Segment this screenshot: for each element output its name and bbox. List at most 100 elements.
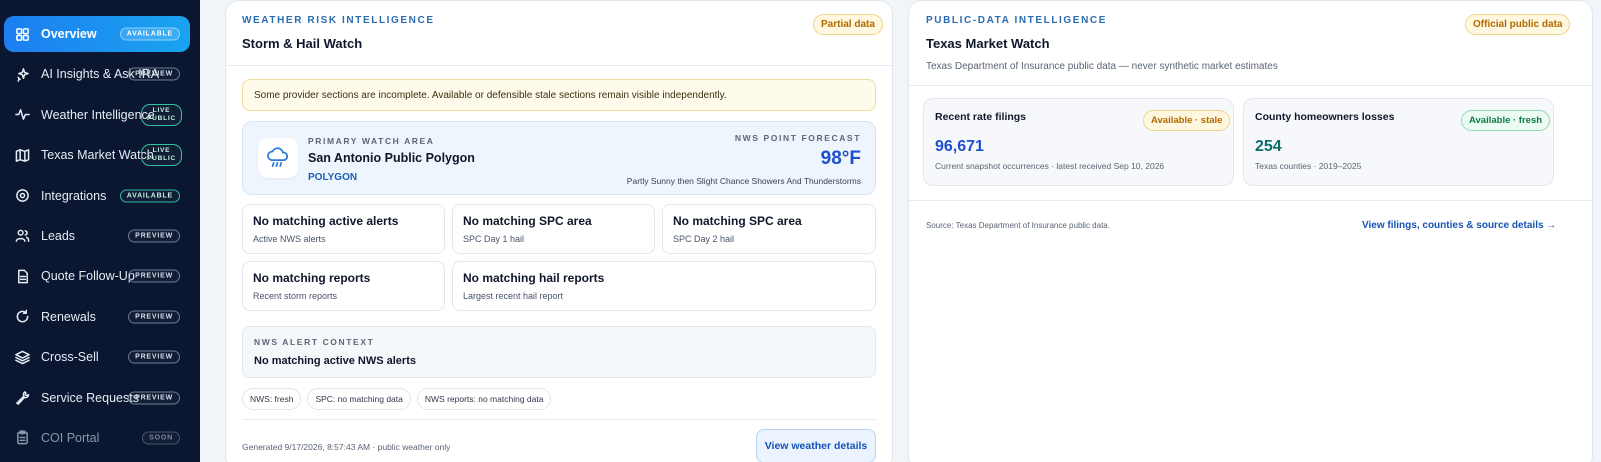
sidebar-item-weather-intelligence[interactable]: Weather Intelligence LIVE PUBLIC (4, 97, 190, 133)
alert-subtitle: Largest recent hail report (463, 291, 564, 301)
status-badge: LIVE PUBLIC (141, 103, 182, 126)
clipboard-icon (14, 430, 30, 446)
status-badge: PREVIEW (128, 229, 180, 243)
sidebar-item-label: Overview (41, 27, 97, 41)
hail-reports-box: No matching hail reports Largest recent … (452, 261, 876, 311)
card-header: PUBLIC-DATA INTELLIGENCE Texas Market Wa… (926, 15, 1278, 72)
tool-icon (14, 390, 30, 406)
active-alerts-box: No matching active alerts Active NWS ale… (242, 204, 445, 254)
sidebar-item-ai-insights[interactable]: AI Insights & Ask IRA PREVIEW (4, 56, 190, 92)
source-note: Source: Texas Department of Insurance pu… (926, 221, 1110, 230)
status-chip: NWS: fresh (242, 388, 302, 410)
activity-icon (14, 107, 30, 123)
sidebar-item-label: Texas Market Watch (41, 148, 154, 163)
status-badge: PREVIEW (128, 350, 180, 364)
layers-icon (14, 349, 30, 365)
forecast-temperature: 98°F (820, 148, 861, 169)
watch-area-name: San Antonio Public Polygon (308, 151, 475, 165)
alert-title: No matching SPC area (463, 214, 592, 228)
nws-alert-context: NWS ALERT CONTEXT No matching active NWS… (242, 326, 876, 378)
card-header: WEATHER RISK INTELLIGENCE Storm & Hail W… (242, 15, 435, 51)
sidebar-item-integrations[interactable]: Integrations AVAILABLE (4, 178, 190, 214)
card-title: Texas Market Watch (926, 36, 1050, 51)
sidebar-item-label: COI Portal (41, 430, 100, 445)
alert-title: No matching active alerts (253, 214, 399, 228)
spc-day2-box: No matching SPC area SPC Day 2 hail (662, 204, 876, 254)
primary-watch-area: PRIMARY WATCH AREA San Antonio Public Po… (242, 121, 876, 195)
watch-area-type: POLYGON (308, 172, 358, 183)
sidebar-item-label: Renewals (41, 309, 96, 324)
sidebar: Overview AVAILABLE AI Insights & Ask IRA… (0, 0, 200, 462)
status-badge: PREVIEW (128, 67, 180, 81)
view-filings-link[interactable]: View filings, counties & source details … (1362, 220, 1556, 231)
sidebar-item-label: Cross-Sell (41, 350, 99, 365)
sidebar-item-coi-portal[interactable]: COI Portal SOON (4, 420, 190, 456)
sidebar-item-label: Leads (41, 228, 76, 243)
grid-icon (14, 26, 30, 42)
badge-line: PUBLIC (147, 114, 176, 122)
county-losses-card: County homeowners losses Available · fre… (1243, 98, 1554, 186)
view-weather-details-button[interactable]: View weather details (756, 429, 876, 462)
sidebar-item-texas-market-watch[interactable]: Texas Market Watch LIVE PUBLIC (4, 137, 190, 173)
forecast-text: Partly Sunny then Slight Chance Showers … (626, 176, 861, 186)
badge-line: LIVE (152, 147, 171, 155)
generated-timestamp: Generated 9/17/2026, 8:57:43 AM · public… (242, 442, 451, 452)
badge-line: LIVE (152, 106, 171, 114)
context-text: No matching active NWS alerts (254, 355, 416, 367)
divider (226, 65, 892, 66)
alert-subtitle: Active NWS alerts (253, 234, 326, 244)
status-badge: PREVIEW (128, 310, 180, 324)
stat-subtitle: Texas counties · 2019–2025 (1255, 161, 1362, 171)
gear-icon (14, 188, 30, 204)
status-pill: Available · fresh (1461, 110, 1551, 131)
status-badge: LIVE PUBLIC (141, 144, 182, 167)
rate-filings-card: Recent rate filings Available · stale 96… (923, 98, 1234, 186)
point-forecast: NWS POINT FORECAST 98°F Partly Sunny the… (627, 133, 861, 186)
sidebar-item-label: Integrations (41, 188, 107, 203)
source-status-chips: NWS: fresh SPC: no matching data NWS rep… (242, 388, 552, 410)
map-icon (14, 147, 30, 163)
status-badge: SOON (142, 431, 180, 445)
divider (909, 200, 1592, 201)
watch-area-info: PRIMARY WATCH AREA San Antonio Public Po… (308, 136, 475, 183)
status-badge: PREVIEW (128, 391, 180, 405)
refresh-icon (14, 309, 30, 325)
stat-subtitle: Current snapshot occurrences · latest re… (935, 161, 1165, 171)
alert-title: No matching reports (253, 271, 371, 285)
sparkle-icon (14, 66, 30, 82)
alert-subtitle: SPC Day 2 hail (673, 234, 735, 244)
card-eyebrow: PUBLIC-DATA INTELLIGENCE (926, 15, 1107, 26)
sidebar-item-renewals[interactable]: Renewals PREVIEW (4, 299, 190, 335)
spc-day1-box: No matching SPC area SPC Day 1 hail (452, 204, 655, 254)
status-pill: Partial data (813, 14, 883, 35)
status-pill: Available · stale (1143, 110, 1231, 131)
warning-banner: Some provider sections are incomplete. A… (242, 79, 876, 111)
sidebar-item-cross-sell[interactable]: Cross-Sell PREVIEW (4, 339, 190, 375)
status-chip: NWS reports: no matching data (416, 388, 552, 410)
stat-value: 96,671 (935, 138, 984, 155)
weather-card: WEATHER RISK INTELLIGENCE Storm & Hail W… (225, 0, 893, 462)
sidebar-item-label: Quote Follow-Up (41, 269, 135, 284)
sidebar-item-service-requests[interactable]: Service Requests PREVIEW (4, 380, 190, 416)
badge-line: PUBLIC (147, 155, 176, 163)
storm-reports-box: No matching reports Recent storm reports (242, 261, 445, 311)
status-badge: AVAILABLE (119, 27, 180, 41)
sidebar-item-leads[interactable]: Leads PREVIEW (4, 218, 190, 254)
rain-cloud-icon (258, 138, 298, 178)
divider (909, 85, 1592, 86)
forecast-eyebrow: NWS POINT FORECAST (734, 133, 861, 143)
sidebar-item-quote-follow-up[interactable]: Quote Follow-Up PREVIEW (4, 258, 190, 294)
status-chip: SPC: no matching data (307, 388, 411, 410)
status-pill: Official public data (1465, 14, 1571, 35)
card-eyebrow: WEATHER RISK INTELLIGENCE (242, 15, 435, 26)
alert-title: No matching SPC area (673, 214, 802, 228)
status-badge: PREVIEW (128, 269, 180, 283)
card-subtitle: Texas Department of Insurance public dat… (926, 61, 1278, 72)
status-badge: AVAILABLE (119, 189, 180, 203)
sidebar-item-overview[interactable]: Overview AVAILABLE (4, 16, 190, 52)
market-card: PUBLIC-DATA INTELLIGENCE Texas Market Wa… (908, 0, 1593, 462)
watch-eyebrow: PRIMARY WATCH AREA (308, 136, 435, 146)
stat-value: 254 (1255, 138, 1282, 155)
document-icon (14, 268, 30, 284)
card-title: Storm & Hail Watch (242, 36, 363, 51)
